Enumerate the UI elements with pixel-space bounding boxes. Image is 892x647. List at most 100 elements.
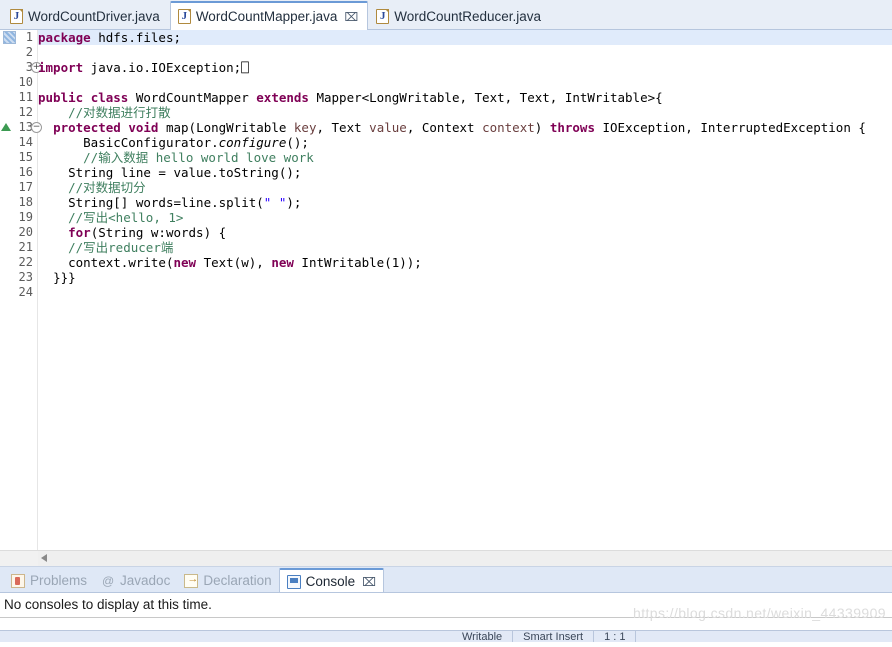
code-line[interactable]: protected void map(LongWritable key, Tex…	[38, 120, 892, 135]
editor-tab-label: WordCountMapper.java	[195, 9, 338, 24]
javadoc-icon: @	[101, 573, 115, 588]
status-writable: Writable	[452, 631, 514, 642]
code-line[interactable]: //写出<hello, 1>	[38, 210, 892, 225]
editor-tab-bar: WordCountDriver.java WordCountMapper.jav…	[0, 0, 892, 30]
code-line[interactable]: //写出reducer端	[38, 240, 892, 255]
view-tab-label: Problems	[30, 573, 88, 588]
scroll-left-arrow-icon[interactable]	[41, 554, 47, 562]
code-token: configure	[218, 135, 287, 150]
code-token: class	[90, 90, 136, 105]
view-tab-bar: Problems @ Javadoc Declaration Console ⌧	[0, 567, 892, 593]
editor-tab-label: WordCountDriver.java	[28, 8, 160, 24]
view-tab-javadoc[interactable]: @ Javadoc	[94, 569, 177, 592]
code-token: package	[38, 30, 91, 45]
code-token: hdfs.files;	[90, 30, 181, 45]
line-number: 18	[18, 195, 33, 209]
line-number: 14	[18, 135, 33, 149]
editor-tab-label: WordCountReducer.java	[394, 8, 542, 24]
java-file-icon	[10, 8, 23, 24]
warning-marker-icon[interactable]	[1, 123, 11, 131]
code-area[interactable]: package hdfs.files; import java.io.IOExce…	[38, 30, 892, 550]
code-line[interactable]: public class WordCountMapper extends Map…	[38, 90, 892, 105]
code-token: ();	[286, 135, 309, 150]
line-number: 19	[18, 210, 33, 224]
code-token: context.write(	[68, 255, 174, 270]
code-line[interactable]: //对数据进行打散	[38, 105, 892, 120]
editor-tab-wordcountdriver[interactable]: WordCountDriver.java	[2, 2, 170, 29]
code-line[interactable]: for(String w:words) {	[38, 225, 892, 240]
code-token: //对数据切分	[68, 180, 146, 195]
editor-tab-wordcountreducer[interactable]: WordCountReducer.java	[368, 2, 551, 29]
code-line[interactable]	[38, 285, 892, 300]
view-tab-label: Console	[305, 574, 356, 589]
code-token: void	[128, 120, 166, 135]
code-token: throws	[549, 120, 595, 135]
code-line[interactable]: context.write(new Text(w), new IntWritab…	[38, 255, 892, 270]
code-token: import	[38, 60, 84, 75]
code-line[interactable]: BasicConfigurator.configure();	[38, 135, 892, 150]
code-token: }}}	[53, 270, 76, 285]
console-message: No consoles to display at this time.	[4, 597, 212, 612]
code-token: key	[293, 120, 317, 135]
view-tab-console[interactable]: Console ⌧	[278, 568, 384, 593]
java-file-icon	[177, 9, 191, 24]
line-number: 2	[25, 45, 33, 59]
line-number: 21	[18, 240, 33, 254]
code-line[interactable]: String[] words=line.split(" ");	[38, 195, 892, 210]
view-tab-problems[interactable]: Problems	[4, 569, 94, 592]
declaration-icon	[184, 573, 199, 588]
java-file-icon	[376, 8, 390, 24]
code-token: , Text	[316, 120, 370, 135]
status-cursor-position: 1 : 1	[594, 631, 637, 642]
code-line[interactable]: //输入数据 hello world love work	[38, 150, 892, 165]
code-token: IOException, InterruptedException {	[594, 120, 866, 135]
code-token: IntWritable(1));	[293, 255, 422, 270]
code-line[interactable]: }}}	[38, 270, 892, 285]
code-token: ⎕	[241, 60, 249, 75]
view-tab-label: Javadoc	[120, 573, 171, 588]
status-bar: Writable Smart Insert 1 : 1	[0, 630, 892, 642]
code-editor[interactable]: 1 2 3 10 11 12 13 14 15 16 17 18 19 20 21 22 23 24 + − pac…	[0, 30, 892, 550]
code-token: String line = value.toString();	[68, 165, 302, 180]
editor-gutter[interactable]: 1 2 3 10 11 12 13 14 15 16 17 18 19 20 21 22 23 24 + −	[0, 30, 42, 550]
console-icon	[286, 574, 301, 589]
scrollbar-track[interactable]	[38, 551, 892, 566]
code-token: protected	[53, 120, 129, 135]
close-icon[interactable]: ⌧	[344, 11, 358, 23]
code-token: for	[68, 225, 91, 240]
line-number: 20	[18, 225, 33, 239]
code-token: new	[173, 255, 197, 270]
code-token: );	[286, 195, 302, 210]
code-line[interactable]: package hdfs.files;	[38, 30, 892, 45]
code-token: )	[534, 120, 550, 135]
code-token: BasicConfigurator.	[83, 135, 219, 150]
code-token: //输入数据 hello world love work	[83, 150, 314, 165]
console-divider	[0, 617, 892, 618]
code-token: //写出reducer端	[68, 240, 174, 255]
line-number: 12	[18, 105, 33, 119]
close-icon[interactable]: ⌧	[362, 576, 376, 588]
code-line[interactable]: //对数据切分	[38, 180, 892, 195]
code-line[interactable]	[38, 75, 892, 90]
editor-tab-wordcountmapper[interactable]: WordCountMapper.java ⌧	[169, 1, 369, 30]
occurrence-marker-icon	[3, 31, 16, 44]
status-insert-mode: Smart Insert	[513, 631, 595, 642]
code-token: " "	[263, 195, 287, 210]
code-token: (String w:words) {	[90, 225, 227, 240]
line-number: 23	[18, 270, 33, 284]
code-token: new	[271, 255, 294, 270]
line-number: 15	[18, 150, 33, 164]
line-number: 11	[18, 90, 33, 104]
code-line[interactable]: import java.io.IOException;⎕	[38, 60, 892, 75]
code-token: Text(w),	[196, 255, 272, 270]
editor-horizontal-scrollbar[interactable]	[0, 550, 892, 566]
code-line[interactable]: String line = value.toString();	[38, 165, 892, 180]
line-number: 24	[18, 285, 33, 299]
problems-icon	[11, 573, 25, 588]
code-token: extends	[256, 90, 309, 105]
code-token: //写出<hello, 1>	[68, 210, 184, 225]
code-line[interactable]	[38, 45, 892, 60]
view-tab-declaration[interactable]: Declaration	[177, 569, 278, 592]
code-token: java.io.IOException;	[83, 60, 242, 75]
code-token: map(LongWritable	[165, 120, 294, 135]
